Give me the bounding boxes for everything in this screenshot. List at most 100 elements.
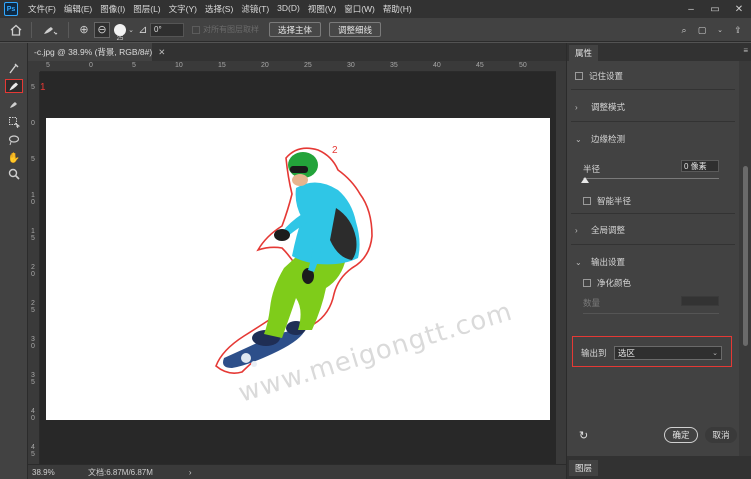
cancel-button[interactable]: 取消 — [705, 427, 737, 443]
chevron-right-icon: › — [575, 102, 578, 112]
ruler-tick-label: 1 5 — [31, 228, 35, 242]
refine-edge-brush-tool-icon[interactable] — [5, 79, 23, 93]
ruler-tick-label: 5 — [31, 84, 35, 91]
separator — [68, 21, 69, 38]
home-icon[interactable] — [6, 20, 26, 40]
object-selection-tool-icon[interactable] — [5, 115, 23, 129]
canvas-scrollbar[interactable] — [556, 61, 566, 464]
panel-menu-icon[interactable]: ≡ — [743, 46, 748, 55]
tab-properties[interactable]: 属性 — [569, 45, 599, 61]
radius-field[interactable]: 0 像素 — [681, 160, 719, 172]
quick-selection-tool-icon[interactable] — [5, 61, 23, 75]
search-icon[interactable]: ⌕ — [677, 20, 691, 40]
chevron-down-icon: ⌄ — [712, 350, 718, 357]
minimize-icon[interactable]: – — [679, 0, 703, 18]
brush-size-preview-icon[interactable]: 25 — [114, 23, 126, 42]
menu-item[interactable]: 文件(F) — [24, 3, 60, 15]
remember-settings-label: 记住设置 — [589, 71, 624, 81]
remember-settings-checkbox[interactable]: 记住设置 — [575, 70, 623, 82]
zoom-level[interactable]: 38.9% — [32, 468, 80, 477]
menu-item[interactable]: 编辑(E) — [60, 3, 96, 15]
chevron-right-icon[interactable]: › — [189, 468, 192, 477]
output-settings-label: 输出设置 — [591, 257, 626, 267]
ruler-tick-label: 30 — [347, 62, 355, 69]
hand-tool-icon[interactable]: ✋ — [5, 151, 23, 165]
ruler-tick-label: 0 — [31, 120, 35, 127]
output-to-dropdown[interactable]: 选区 ⌄ — [614, 346, 722, 360]
close-icon[interactable]: ✕ — [727, 0, 751, 18]
ruler-tick-label: 5 — [46, 62, 50, 69]
reset-icon[interactable]: ↻ — [579, 429, 593, 443]
checkbox-box[interactable] — [583, 197, 591, 205]
brush-tool-icon[interactable] — [5, 97, 23, 111]
panel-scrollbar-thumb[interactable] — [743, 166, 748, 346]
chevron-down-icon: ⌄ — [575, 257, 582, 267]
decontaminate-colors-checkbox[interactable]: 净化颜色 — [583, 277, 631, 289]
ruler-tick-label: 0 — [89, 62, 93, 69]
menu-item[interactable]: 文字(Y) — [165, 3, 201, 15]
panel-scrollbar[interactable] — [739, 61, 751, 456]
section-global-refinements[interactable]: › 全局调整 — [575, 224, 625, 236]
marker-2: 2 — [332, 145, 338, 156]
global-refine-label: 全局调整 — [591, 225, 626, 235]
photoshop-logo-icon: Ps — [4, 2, 18, 16]
chevron-down-icon[interactable]: ⌄ — [126, 20, 136, 40]
status-bar: 38.9% 文档:6.87M/6.87M › — [28, 464, 566, 479]
amount-field — [681, 296, 719, 306]
workspace-icon[interactable]: ▢ — [695, 20, 709, 40]
menu-item[interactable]: 图像(I) — [96, 3, 129, 15]
menu-bar: Ps 文件(F) 编辑(E) 图像(I) 图层(L) 文字(Y) 选择(S) 滤镜(T) 3D… — [0, 0, 751, 18]
share-icon[interactable]: ⇪ — [731, 20, 745, 40]
ruler-top[interactable]: 5 0 5 10 15 20 25 30 35 40 45 50 — [40, 61, 556, 72]
maximize-icon[interactable]: ▭ — [703, 0, 727, 18]
menu-item[interactable]: 图层(L) — [129, 3, 164, 15]
zoom-tool-icon[interactable] — [5, 167, 23, 181]
close-tab-icon[interactable]: ✕ — [158, 47, 165, 58]
smart-radius-checkbox[interactable]: 智能半径 — [583, 195, 631, 207]
document-tab-bar: -c.jpg @ 38.9% (背景, RGB/8#) ✕ — [28, 43, 566, 61]
ruler-left[interactable]: 5 0 5 1 0 1 5 2 0 2 5 3 0 3 5 4 0 4 5 — [28, 72, 40, 464]
divider — [571, 244, 735, 245]
refine-brush-preset-icon[interactable] — [37, 20, 63, 40]
amount-slider-track — [583, 313, 719, 314]
menu-item[interactable]: 滤镜(T) — [237, 3, 273, 15]
checkbox-box[interactable] — [583, 279, 591, 287]
add-to-selection-icon[interactable]: ⊕ — [74, 20, 94, 40]
section-output-settings[interactable]: ⌄ 输出设置 — [575, 256, 625, 268]
refine-hair-button[interactable]: 调整细线 — [329, 22, 382, 37]
menu-item[interactable]: 帮助(H) — [379, 3, 416, 15]
menu-item[interactable]: 选择(S) — [201, 3, 237, 15]
menu-item[interactable]: 视图(V) — [304, 3, 340, 15]
section-edge-detection[interactable]: ⌄ 边缘检测 — [575, 133, 625, 145]
sample-all-layers-checkbox[interactable]: 对所有图层取样 — [192, 24, 259, 35]
radius-slider-handle[interactable] — [581, 177, 589, 183]
menu-items: 文件(F) 编辑(E) 图像(I) 图层(L) 文字(Y) 选择(S) 滤镜(T) 3D(D)… — [24, 3, 416, 15]
document-size: 文档:6.87M/6.87M — [88, 467, 153, 477]
ok-button[interactable]: 确定 — [664, 427, 698, 443]
document-tab[interactable]: -c.jpg @ 38.9% (背景, RGB/8#) ✕ — [28, 43, 165, 61]
subtract-from-selection-icon[interactable]: ⊖ — [94, 21, 110, 38]
ruler-tick-label: 50 — [519, 62, 527, 69]
chevron-down-icon: ⌄ — [575, 134, 582, 144]
lasso-tool-icon[interactable] — [5, 133, 23, 147]
brush-size: 25 — [116, 35, 124, 42]
marker-1: 1 — [40, 82, 46, 93]
decontaminate-label: 净化颜色 — [597, 278, 632, 288]
checkbox-box[interactable] — [575, 72, 583, 80]
ruler-tick-label: 15 — [218, 62, 226, 69]
radius-slider-track[interactable] — [583, 178, 719, 179]
select-subject-button[interactable]: 选择主体 — [269, 22, 322, 37]
checkbox-box[interactable] — [192, 25, 200, 34]
ruler-tick-label: 4 0 — [31, 408, 35, 422]
output-to-label: 输出到 — [581, 348, 607, 358]
divider — [571, 89, 735, 90]
angle-field[interactable]: 0° — [150, 22, 184, 37]
section-adjust-mode[interactable]: › 调整模式 — [575, 101, 625, 113]
menu-item[interactable]: 3D(D) — [273, 3, 304, 15]
menu-item[interactable]: 窗口(W) — [340, 3, 379, 15]
chevron-down-icon[interactable]: ⌄ — [713, 20, 727, 40]
amount-label: 数量 — [583, 298, 601, 308]
smart-radius-label: 智能半径 — [597, 196, 632, 206]
tab-layers[interactable]: 图层 — [569, 460, 599, 476]
output-to-value: 选区 — [618, 348, 636, 358]
